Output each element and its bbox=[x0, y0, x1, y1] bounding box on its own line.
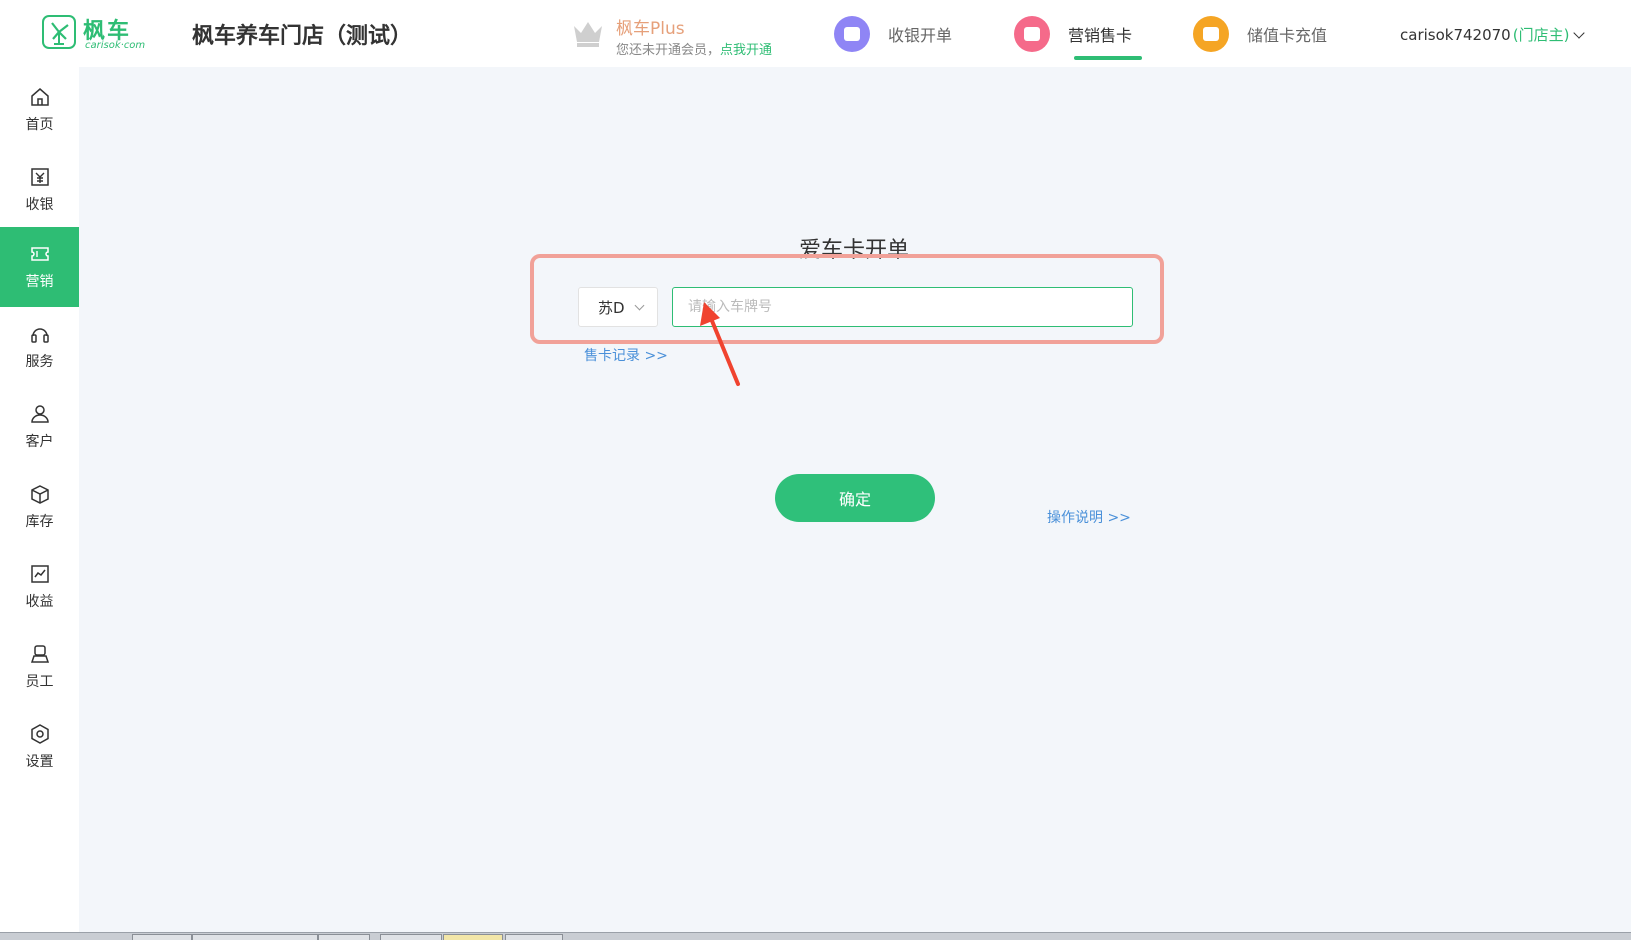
sidebar-item-label: 设置 bbox=[25, 754, 54, 770]
sales-record-link[interactable]: 售卡记录 >> bbox=[584, 345, 668, 365]
taskbar-item[interactable] bbox=[443, 934, 503, 940]
plus-description: 您还未开通会员，点我开通 bbox=[616, 43, 773, 58]
shop-title: 枫车养车门店（测试） bbox=[192, 24, 413, 49]
taskbar-item[interactable] bbox=[505, 934, 563, 940]
home-icon bbox=[30, 88, 49, 106]
user-menu[interactable]: carisok742070 (门店主) bbox=[1400, 24, 1586, 45]
sidebar-item-revenue[interactable]: 收益 bbox=[0, 547, 79, 627]
province-select[interactable]: 苏D bbox=[578, 287, 658, 327]
sidebar-item-label: 营销 bbox=[25, 274, 54, 290]
nav-label: 营销售卡 bbox=[1068, 26, 1133, 45]
crown-icon bbox=[574, 22, 602, 47]
user-icon bbox=[30, 405, 49, 423]
sidebar-item-label: 客户 bbox=[25, 434, 54, 450]
staff-icon bbox=[30, 645, 49, 663]
chart-icon bbox=[30, 565, 49, 583]
activate-plus-link[interactable]: 点我开通 bbox=[720, 43, 772, 58]
sidebar-item-inventory[interactable]: 库存 bbox=[0, 467, 79, 547]
taskbar-item[interactable] bbox=[380, 934, 442, 940]
settings-icon bbox=[30, 724, 49, 744]
chevron-down-icon bbox=[634, 300, 645, 311]
windmill-icon bbox=[42, 15, 76, 49]
sidebar-item-service[interactable]: 服务 bbox=[0, 307, 79, 387]
cashier-icon bbox=[30, 168, 49, 186]
province-value: 苏D bbox=[598, 298, 625, 317]
sidebar-item-label: 收银 bbox=[25, 197, 54, 213]
sidebar-item-label: 服务 bbox=[25, 354, 54, 370]
receipt-icon bbox=[834, 16, 870, 52]
sidebar-item-marketing[interactable]: 营销 bbox=[0, 227, 79, 307]
sidebar-item-label: 收益 bbox=[25, 594, 54, 610]
wallet-icon bbox=[1193, 16, 1229, 52]
box-icon bbox=[30, 485, 49, 504]
sidebar-item-staff[interactable]: 员工 bbox=[0, 627, 79, 707]
taskbar bbox=[0, 932, 1631, 940]
confirm-button[interactable]: 确定 bbox=[775, 474, 935, 522]
ticket-icon bbox=[30, 247, 49, 261]
brand-logo[interactable]: 枫车 carisok·com bbox=[42, 13, 146, 53]
nav-label: 储值卡充值 bbox=[1247, 26, 1328, 45]
taskbar-item[interactable] bbox=[132, 934, 192, 940]
sidebar: 首页 收银 营销 服务 客户 库存 收益 员工 设置 bbox=[0, 67, 79, 935]
nav-cashier-order[interactable]: 收银开单 bbox=[834, 16, 952, 52]
user-name: carisok742070 bbox=[1400, 25, 1511, 44]
sidebar-item-cashier[interactable]: 收银 bbox=[0, 150, 79, 230]
top-header: 枫车 carisok·com 枫车养车门店（测试） 枫车Plus 您还未开通会员… bbox=[0, 0, 1631, 67]
nav-marketing-card[interactable]: 营销售卡 bbox=[1014, 16, 1132, 52]
user-role: (门店主) bbox=[1512, 26, 1570, 44]
taskbar-item[interactable] bbox=[192, 934, 318, 940]
headset-icon bbox=[30, 328, 49, 343]
sidebar-item-home[interactable]: 首页 bbox=[0, 70, 79, 150]
sidebar-item-label: 库存 bbox=[25, 514, 54, 530]
taskbar-item[interactable] bbox=[318, 934, 370, 940]
logo-domain: carisok·com bbox=[85, 40, 146, 51]
sidebar-item-settings[interactable]: 设置 bbox=[0, 707, 79, 787]
active-nav-indicator bbox=[1074, 56, 1142, 60]
card-icon bbox=[1014, 16, 1050, 52]
plus-membership-banner[interactable]: 枫车Plus 您还未开通会员，点我开通 bbox=[572, 12, 802, 58]
sidebar-item-label: 首页 bbox=[25, 117, 54, 133]
instructions-link[interactable]: 操作说明 >> bbox=[1047, 507, 1131, 527]
sidebar-item-customer[interactable]: 客户 bbox=[0, 387, 79, 467]
nav-stored-card-recharge[interactable]: 储值卡充值 bbox=[1193, 16, 1327, 52]
plus-title: 枫车Plus bbox=[616, 19, 685, 39]
nav-label: 收银开单 bbox=[888, 26, 953, 45]
red-arrow-annotation bbox=[700, 302, 740, 386]
chevron-down-icon bbox=[1573, 26, 1586, 39]
sidebar-item-label: 员工 bbox=[25, 674, 54, 690]
